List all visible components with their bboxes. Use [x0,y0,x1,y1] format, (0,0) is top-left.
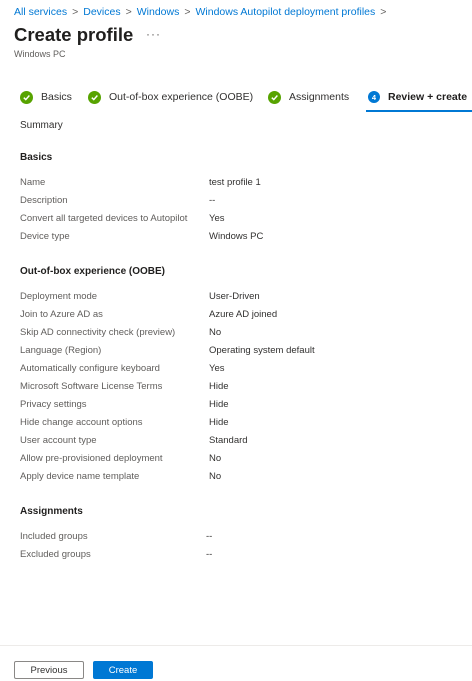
row-label: Excluded groups [20,549,91,560]
step-oobe[interactable]: Out-of-box experience (OOBE) [88,84,253,110]
summary-row: Deployment mode User-Driven [20,291,460,305]
more-options-icon[interactable]: ··· [146,27,161,41]
row-value: No [209,471,222,482]
row-label: Privacy settings [20,399,87,410]
row-label: Language (Region) [20,345,102,356]
breadcrumb-devices[interactable]: Devices [83,6,120,18]
summary-row: Excluded groups -- [20,549,460,563]
row-label: Description [20,195,68,206]
row-value: -- [209,195,216,206]
row-value: -- [206,549,213,560]
summary-row: Name test profile 1 [20,177,460,191]
row-value: Hide [209,381,229,392]
summary-row: User account type Standard [20,435,460,449]
summary-row: Hide change account options Hide [20,417,460,431]
breadcrumb-autopilot-profiles[interactable]: Windows Autopilot deployment profiles [196,6,376,18]
summary-row: Join to Azure AD as Azure AD joined [20,309,460,323]
breadcrumb-windows[interactable]: Windows [137,6,180,18]
row-label: Included groups [20,531,88,542]
row-value: User-Driven [209,291,260,302]
previous-button[interactable]: Previous [14,661,84,679]
summary-row: Description -- [20,195,460,209]
summary-row: Skip AD connectivity check (preview) No [20,327,460,341]
row-label: Device type [20,231,70,242]
section-heading-basics: Basics [20,152,53,163]
row-label: Microsoft Software License Terms [20,381,163,392]
footer-divider [0,645,472,646]
row-label: Hide change account options [20,417,143,428]
row-value: Operating system default [209,345,315,356]
summary-label: Summary [20,120,63,131]
row-label: User account type [20,435,97,446]
row-value: Standard [209,435,248,446]
summary-row: Device type Windows PC [20,231,460,245]
wizard-steps: Basics Out-of-box experience (OOBE) Assi… [0,84,472,112]
step-label: Out-of-box experience (OOBE) [109,91,254,103]
summary-row: Included groups -- [20,531,460,545]
summary-row: Microsoft Software License Terms Hide [20,381,460,395]
page-title: Create profile [14,24,134,45]
step-assignments[interactable]: Assignments [268,84,349,110]
row-value: Hide [209,417,229,428]
row-label: Skip AD connectivity check (preview) [20,327,176,338]
summary-row: Privacy settings Hide [20,399,460,413]
summary-row: Language (Region) Operating system defaul… [20,345,460,359]
row-value: Hide [209,399,229,410]
breadcrumb: All services > Devices > Windows > Windows Aut… [14,6,391,18]
row-value: Yes [209,363,225,374]
step-label: Review + create [388,91,468,103]
summary-row: Convert all targeted devices to Autopilo… [20,213,460,227]
section-heading-oobe: Out-of-box experience (OOBE) [20,266,166,277]
row-label: Automatically configure keyboard [20,363,160,374]
row-label: Name [20,177,46,188]
summary-row: Automatically configure keyboard Yes [20,363,460,377]
step-number-icon: 4 [368,91,380,103]
breadcrumb-all-services[interactable]: All services [14,6,67,18]
checkmark-icon [20,90,33,104]
row-label: Join to Azure AD as [20,309,103,320]
step-review-create[interactable]: 4 Review + create [368,84,467,110]
chevron-right-icon: > [380,6,387,18]
row-label: Deployment mode [20,291,98,302]
page-subtitle: Windows PC [14,49,66,59]
row-value: Azure AD joined [209,309,278,320]
row-label: Allow pre-provisioned deployment [20,453,163,464]
step-basics[interactable]: Basics [20,84,72,110]
row-value: Windows PC [209,231,264,242]
active-step-underline [366,110,472,112]
row-value: -- [206,531,213,542]
row-value: Yes [209,213,225,224]
row-value: test profile 1 [209,177,261,188]
row-label: Convert all targeted devices to Autopilo… [20,213,188,224]
checkmark-icon [88,90,101,104]
row-value: No [209,327,222,338]
step-label: Assignments [289,91,350,103]
summary-row: Apply device name template No [20,471,460,485]
chevron-right-icon: > [72,6,79,18]
step-label: Basics [41,91,72,103]
create-button[interactable]: Create [93,661,153,679]
row-value: No [209,453,222,464]
section-heading-assignments: Assignments [20,506,83,517]
chevron-right-icon: > [125,6,132,18]
chevron-right-icon: > [184,6,191,18]
summary-row: Allow pre-provisioned deployment No [20,453,460,467]
row-label: Apply device name template [20,471,140,482]
checkmark-icon [268,90,281,104]
